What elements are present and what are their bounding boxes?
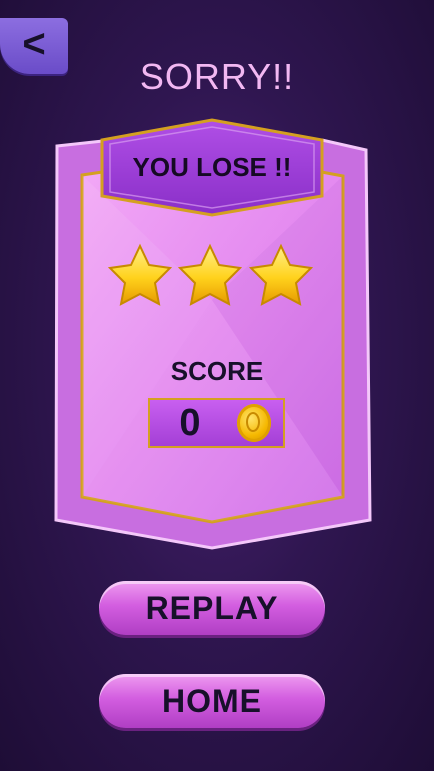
score-label: SCORE: [170, 356, 264, 386]
score-value: 0: [179, 402, 201, 444]
coin-icon: [237, 404, 271, 442]
replay-button-label: REPLAY: [145, 589, 279, 626]
result-badge-text: YOU LOSE !!: [132, 152, 292, 182]
home-button-label: HOME: [162, 682, 262, 719]
replay-button[interactable]: REPLAY: [99, 581, 325, 635]
home-button[interactable]: HOME: [99, 674, 325, 728]
